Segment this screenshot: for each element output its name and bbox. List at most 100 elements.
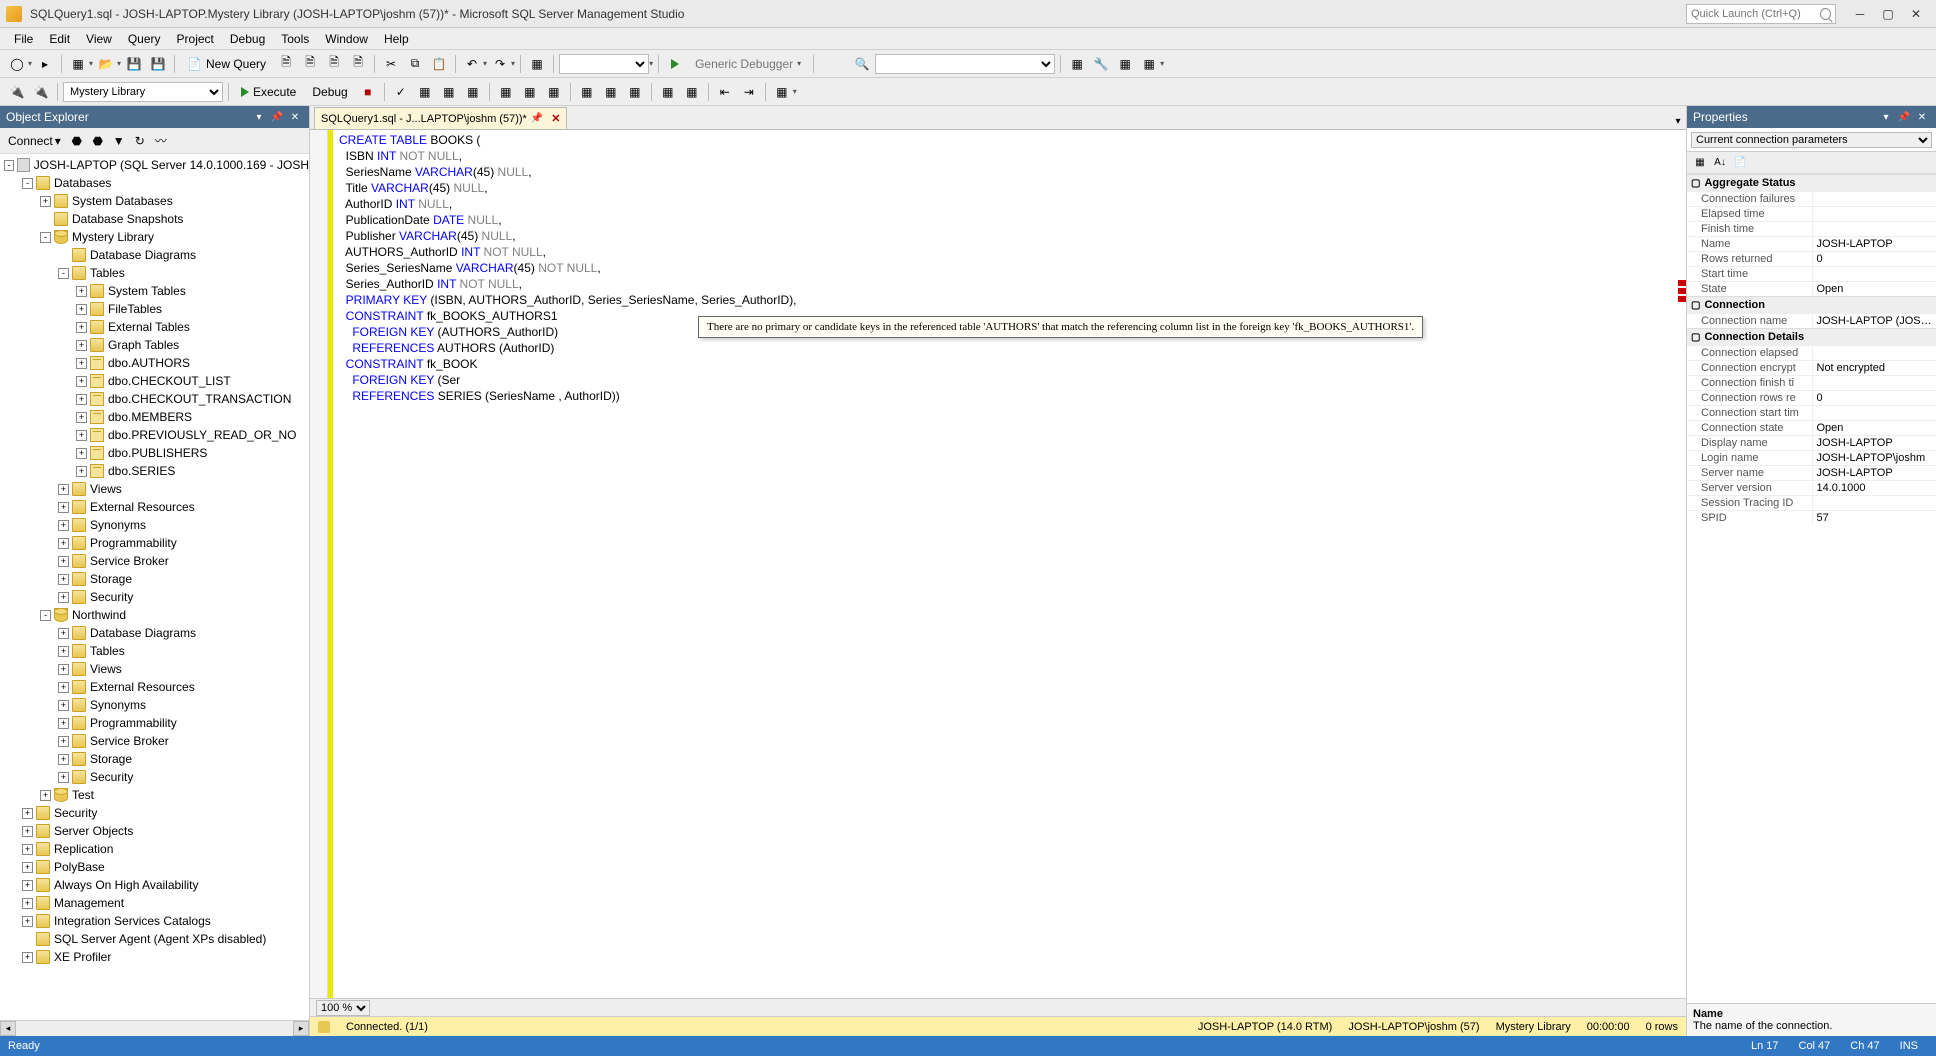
forward-button[interactable]: ▸ xyxy=(34,53,56,75)
tree-node-synonyms[interactable]: +Synonyms xyxy=(0,516,309,534)
plus-icon[interactable]: + xyxy=(76,412,87,423)
tree-node-tables[interactable]: +Tables xyxy=(0,642,309,660)
minus-icon[interactable]: - xyxy=(58,268,69,279)
debug-button[interactable]: Debug xyxy=(305,81,354,103)
property-row[interactable]: Connection nameJOSH-LAPTOP (JOSH-L xyxy=(1687,313,1936,328)
tree-node-sql_agent[interactable]: SQL Server Agent (Agent XPs disabled) xyxy=(0,930,309,948)
tree-node-programmability[interactable]: +Programmability xyxy=(0,534,309,552)
new-project-button[interactable]: ▦ xyxy=(67,53,89,75)
tree-node-storage[interactable]: +Storage xyxy=(0,750,309,768)
query-options-button[interactable]: ▦ xyxy=(438,81,460,103)
plus-icon[interactable]: + xyxy=(76,286,87,297)
minus-icon[interactable]: - xyxy=(4,160,14,171)
plus-icon[interactable]: + xyxy=(76,304,87,315)
property-row[interactable]: Session Tracing ID xyxy=(1687,495,1936,510)
estimated-plan-button[interactable]: ▦ xyxy=(414,81,436,103)
pin-icon[interactable]: 📌 xyxy=(269,109,285,125)
specify-values-button[interactable]: ▦ xyxy=(771,81,793,103)
tree-node-dbo_series[interactable]: +dbo.SERIES xyxy=(0,462,309,480)
database-combo[interactable]: Mystery Library xyxy=(63,82,223,102)
copy-button[interactable]: ⧉ xyxy=(404,53,426,75)
save-all-button[interactable]: 💾 xyxy=(147,53,169,75)
window-position-icon[interactable]: ▾ xyxy=(251,109,267,125)
property-row[interactable]: Connection elapsed xyxy=(1687,345,1936,360)
menu-window[interactable]: Window xyxy=(317,30,376,48)
properties-window-button[interactable]: ▦ xyxy=(1138,53,1160,75)
plus-icon[interactable]: + xyxy=(76,376,87,387)
property-category[interactable]: ▢Aggregate Status xyxy=(1687,174,1936,191)
disconnect-icon[interactable]: ⬣ xyxy=(68,132,86,150)
close-button[interactable]: ✕ xyxy=(1902,3,1930,25)
menu-edit[interactable]: Edit xyxy=(41,30,78,48)
scroll-right-icon[interactable]: ▸ xyxy=(293,1021,309,1036)
plus-icon[interactable]: + xyxy=(58,556,69,567)
property-row[interactable]: Connection start tim xyxy=(1687,405,1936,420)
property-row[interactable]: SPID57 xyxy=(1687,510,1936,525)
plus-icon[interactable]: + xyxy=(58,646,69,657)
tree-node-programmability[interactable]: +Programmability xyxy=(0,714,309,732)
tab-dropdown-icon[interactable]: ▾ xyxy=(1670,113,1686,129)
plus-icon[interactable]: + xyxy=(58,538,69,549)
results-file-button[interactable]: ▦ xyxy=(624,81,646,103)
code-editor[interactable]: CREATE TABLE BOOKS ( ISBN INT NOT NULL, … xyxy=(333,130,1686,998)
mdx-query-button[interactable]: 🗎 xyxy=(299,53,321,75)
minus-icon[interactable]: ▢ xyxy=(1691,178,1700,189)
property-row[interactable]: Connection encryptNot encrypted xyxy=(1687,360,1936,375)
property-row[interactable]: Start time xyxy=(1687,266,1936,281)
comment-button[interactable]: ▦ xyxy=(657,81,679,103)
menu-view[interactable]: View xyxy=(78,30,120,48)
plus-icon[interactable]: + xyxy=(76,430,87,441)
zoom-combo[interactable]: 100 % xyxy=(316,1000,370,1016)
property-row[interactable]: Login nameJOSH-LAPTOP\joshm xyxy=(1687,450,1936,465)
tab-sqlquery1[interactable]: SQLQuery1.sql - J...LAPTOP\joshm (57))* … xyxy=(314,107,567,129)
cancel-query-button[interactable]: ■ xyxy=(357,81,379,103)
property-category[interactable]: ▢Connection xyxy=(1687,296,1936,313)
pin-icon[interactable]: 📌 xyxy=(531,113,543,124)
tree-node-service_broker[interactable]: +Service Broker xyxy=(0,732,309,750)
save-button[interactable]: 💾 xyxy=(123,53,145,75)
property-row[interactable]: Elapsed time xyxy=(1687,206,1936,221)
tree-node-replication[interactable]: +Replication xyxy=(0,840,309,858)
menu-file[interactable]: File xyxy=(6,30,41,48)
tree-node-dbo_authors[interactable]: +dbo.AUTHORS xyxy=(0,354,309,372)
plus-icon[interactable]: + xyxy=(76,448,87,459)
tree-node-filetables[interactable]: +FileTables xyxy=(0,300,309,318)
plus-icon[interactable]: + xyxy=(58,520,69,531)
activity-monitor-button[interactable]: ▦ xyxy=(526,53,548,75)
tree-node-database_diagrams[interactable]: +Database Diagrams xyxy=(0,624,309,642)
decrease-indent-button[interactable]: ⇤ xyxy=(714,81,736,103)
plus-icon[interactable]: + xyxy=(22,898,33,909)
plus-icon[interactable]: + xyxy=(58,736,69,747)
property-row[interactable]: Connection finish ti xyxy=(1687,375,1936,390)
tree-node-mystery_library[interactable]: -Mystery Library xyxy=(0,228,309,246)
plus-icon[interactable]: + xyxy=(22,880,33,891)
property-row[interactable]: Connection failures xyxy=(1687,191,1936,206)
object-explorer-tree[interactable]: -JOSH-LAPTOP (SQL Server 14.0.1000.169 -… xyxy=(0,154,309,1020)
tree-node-external_resources[interactable]: +External Resources xyxy=(0,498,309,516)
template-explorer-button[interactable]: 🔧 xyxy=(1090,53,1112,75)
plus-icon[interactable]: + xyxy=(58,700,69,711)
tree-node-test[interactable]: +Test xyxy=(0,786,309,804)
generic-debugger-combo[interactable]: Generic Debugger ▾ xyxy=(688,53,808,75)
parse-button[interactable]: ✓ xyxy=(390,81,412,103)
plus-icon[interactable]: + xyxy=(58,664,69,675)
plus-icon[interactable]: + xyxy=(76,394,87,405)
plus-icon[interactable]: + xyxy=(58,574,69,585)
pulse-icon[interactable]: 〰 xyxy=(152,132,170,150)
object-explorer-button[interactable]: ▦ xyxy=(1114,53,1136,75)
tree-node-database_snapshots[interactable]: Database Snapshots xyxy=(0,210,309,228)
plus-icon[interactable]: + xyxy=(58,484,69,495)
plus-icon[interactable]: + xyxy=(40,790,51,801)
plus-icon[interactable]: + xyxy=(22,808,33,819)
stop-icon[interactable]: ⬣ xyxy=(89,132,107,150)
minus-icon[interactable]: - xyxy=(40,232,51,243)
categorized-icon[interactable]: ▦ xyxy=(1691,154,1709,172)
tree-node-views[interactable]: +Views xyxy=(0,660,309,678)
properties-object-combo[interactable]: Current connection parameters xyxy=(1691,132,1932,148)
menu-help[interactable]: Help xyxy=(376,30,417,48)
registered-servers-button[interactable]: ▦ xyxy=(1066,53,1088,75)
intellisense-button[interactable]: ▦ xyxy=(462,81,484,103)
plus-icon[interactable]: + xyxy=(58,772,69,783)
tree-node-external_resources[interactable]: +External Resources xyxy=(0,678,309,696)
close-panel-icon[interactable]: ✕ xyxy=(287,109,303,125)
